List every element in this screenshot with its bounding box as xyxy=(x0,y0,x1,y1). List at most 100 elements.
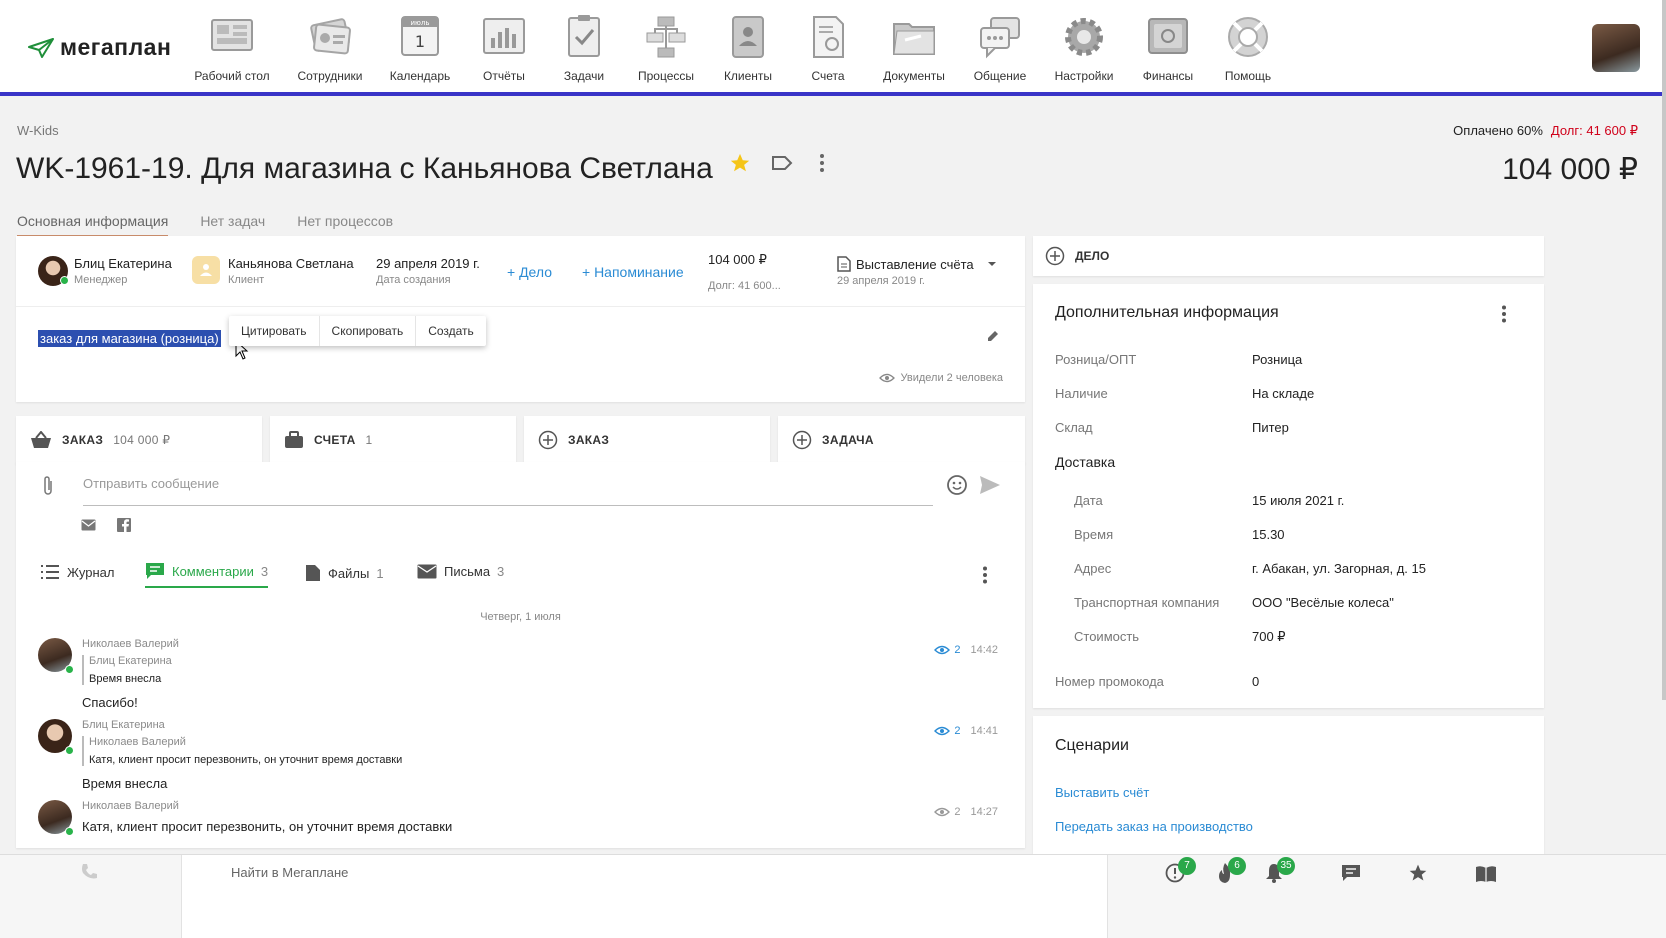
nav-processes[interactable]: Процессы xyxy=(621,14,711,83)
selected-text[interactable]: заказ для магазина (розница) xyxy=(38,330,221,347)
notifications-button[interactable]: 35 xyxy=(1264,857,1295,886)
nav-reports[interactable]: Отчёты xyxy=(459,14,549,83)
chat-icon xyxy=(980,17,1020,59)
order-button[interactable]: ЗАКАЗ 104 000 ₽ xyxy=(16,416,262,464)
tab-letters[interactable]: Письма 3 xyxy=(417,564,504,579)
tab-files[interactable]: Файлы 1 xyxy=(305,564,384,582)
manager-name[interactable]: Блиц Екатерина xyxy=(74,256,172,271)
seen-indicator: Увидели 2 человека xyxy=(878,372,1003,384)
breadcrumb[interactable]: W-Kids xyxy=(17,123,59,138)
add-order-label: ЗАКАЗ xyxy=(568,433,610,447)
views-count: 2 xyxy=(954,725,961,737)
nav-invoices[interactable]: Счета xyxy=(783,14,873,83)
promo-label: Номер промокода xyxy=(1055,674,1164,689)
quoted-message[interactable]: Блиц Екатерина Время внесла xyxy=(82,655,172,685)
online-indicator xyxy=(65,746,74,755)
nav-label: Счета xyxy=(811,69,845,83)
deal-description[interactable]: заказ для магазина (розница) xyxy=(38,330,221,347)
alerts-button[interactable]: 7 xyxy=(1165,857,1196,886)
nav-finance[interactable]: Финансы xyxy=(1123,14,1213,83)
more-menu-icon[interactable] xyxy=(981,566,989,584)
quoted-message[interactable]: Николаев Валерий Катя, клиент просит пер… xyxy=(82,736,402,766)
nav-settings[interactable]: Настройки xyxy=(1039,14,1129,83)
add-task-button[interactable]: ЗАДАЧА xyxy=(778,416,1025,464)
favorites-star-icon[interactable] xyxy=(1408,863,1428,883)
created-date: 29 апреля 2019 г. xyxy=(376,256,480,271)
megaplan-logo[interactable]: мегаплан xyxy=(28,34,171,61)
tab-letters-label: Письма xyxy=(444,564,491,579)
nav-documents[interactable]: Документы xyxy=(869,14,959,83)
send-icon[interactable] xyxy=(979,475,1001,495)
order-count: 104 000 ₽ xyxy=(113,433,171,447)
facebook-icon[interactable] xyxy=(117,518,131,532)
comment-author[interactable]: Николаев Валерий xyxy=(82,638,179,650)
tab-tasks[interactable]: Нет задач xyxy=(200,213,265,237)
tab-files-label: Файлы xyxy=(328,565,370,581)
add-deal-link[interactable]: + Дело xyxy=(507,264,552,280)
nav-label: Задачи xyxy=(563,69,605,83)
tab-main-info[interactable]: Основная информация xyxy=(17,213,169,237)
tab-journal[interactable]: Журнал xyxy=(40,564,114,580)
create-menu-item[interactable]: Создать xyxy=(416,316,486,346)
nav-tasks[interactable]: Задачи xyxy=(539,14,629,83)
nav-employees[interactable]: Сотрудники xyxy=(285,14,375,83)
star-icon[interactable] xyxy=(729,152,751,174)
nav-desktop[interactable]: Рабочий стол xyxy=(187,14,277,83)
stage-selector[interactable]: Выставление счёта 29 апреля 2019 г. xyxy=(837,256,997,287)
nav-calendar[interactable]: июль 1 Календарь xyxy=(375,14,465,83)
fire-button[interactable]: 6 xyxy=(1215,857,1246,887)
settings-icon xyxy=(1065,18,1103,56)
tag-icon[interactable] xyxy=(771,154,793,172)
message-input[interactable]: Отправить сообщение xyxy=(83,474,933,506)
field-label: Адрес xyxy=(1074,561,1112,576)
more-menu-icon[interactable] xyxy=(1500,305,1508,323)
tab-comments-label: Комментарии xyxy=(172,563,254,579)
views: 2 xyxy=(934,806,960,818)
nav-clients[interactable]: Клиенты xyxy=(703,14,793,83)
phone-icon[interactable] xyxy=(80,863,98,881)
deal-tabs: Основная информация Нет задач Нет процес… xyxy=(17,213,393,237)
messenger-card: Отправить сообщение Журнал Комментарии 3… xyxy=(16,462,1025,848)
page-scrollbar[interactable] xyxy=(1662,0,1666,700)
add-order-button[interactable]: ЗАКАЗ xyxy=(524,416,770,464)
nav-help[interactable]: Помощь xyxy=(1203,14,1293,83)
messages-icon[interactable] xyxy=(1341,864,1361,882)
nav-chat[interactable]: Общение xyxy=(955,14,1045,83)
comment-author[interactable]: Блиц Екатерина xyxy=(82,719,165,731)
search-input[interactable]: Найти в Мегаплане xyxy=(231,865,348,880)
clients-icon xyxy=(732,16,764,58)
book-icon[interactable] xyxy=(1475,865,1497,883)
user-avatar[interactable] xyxy=(1592,24,1640,72)
processes-icon xyxy=(646,16,686,58)
calendar-day: 1 xyxy=(415,32,425,51)
tab-comments[interactable]: Комментарии 3 xyxy=(145,562,269,588)
online-indicator xyxy=(60,276,69,285)
scenario-link[interactable]: Передать заказ на производство xyxy=(1055,819,1253,834)
add-deal-button[interactable]: ДЕЛО xyxy=(1033,236,1544,276)
field-label: Дата xyxy=(1074,493,1103,508)
field-label: Наличие xyxy=(1055,386,1108,401)
eye-icon xyxy=(934,645,951,655)
invoices-button[interactable]: СЧЕТА 1 xyxy=(270,416,516,464)
views-count: 2 xyxy=(954,644,961,656)
logo-plane-icon xyxy=(28,37,54,58)
email-icon[interactable] xyxy=(81,519,96,531)
field-label: Время xyxy=(1074,527,1114,542)
client-name[interactable]: Каньянова Светлана xyxy=(228,256,354,271)
client-avatar[interactable] xyxy=(192,256,220,284)
paperclip-icon[interactable] xyxy=(41,475,55,497)
comment-meta: 2 14:27 xyxy=(934,806,998,818)
copy-menu-item[interactable]: Скопировать xyxy=(320,316,417,346)
quote-menu-item[interactable]: Цитировать xyxy=(229,316,320,346)
add-reminder-link[interactable]: + Напоминание xyxy=(582,264,684,280)
tasks-icon xyxy=(568,15,600,57)
global-search[interactable]: Найти в Мегаплане xyxy=(181,855,1108,938)
scenario-link[interactable]: Выставить счёт xyxy=(1055,785,1149,800)
more-menu-icon[interactable] xyxy=(818,153,826,173)
tab-processes[interactable]: Нет процессов xyxy=(297,213,393,237)
emoji-icon[interactable] xyxy=(946,474,968,496)
edit-pencil-icon[interactable] xyxy=(986,329,1000,343)
comment-author[interactable]: Николаев Валерий xyxy=(82,800,179,812)
seen-text: Увидели 2 человека xyxy=(900,372,1003,384)
quote-author: Блиц Екатерина xyxy=(89,655,172,667)
